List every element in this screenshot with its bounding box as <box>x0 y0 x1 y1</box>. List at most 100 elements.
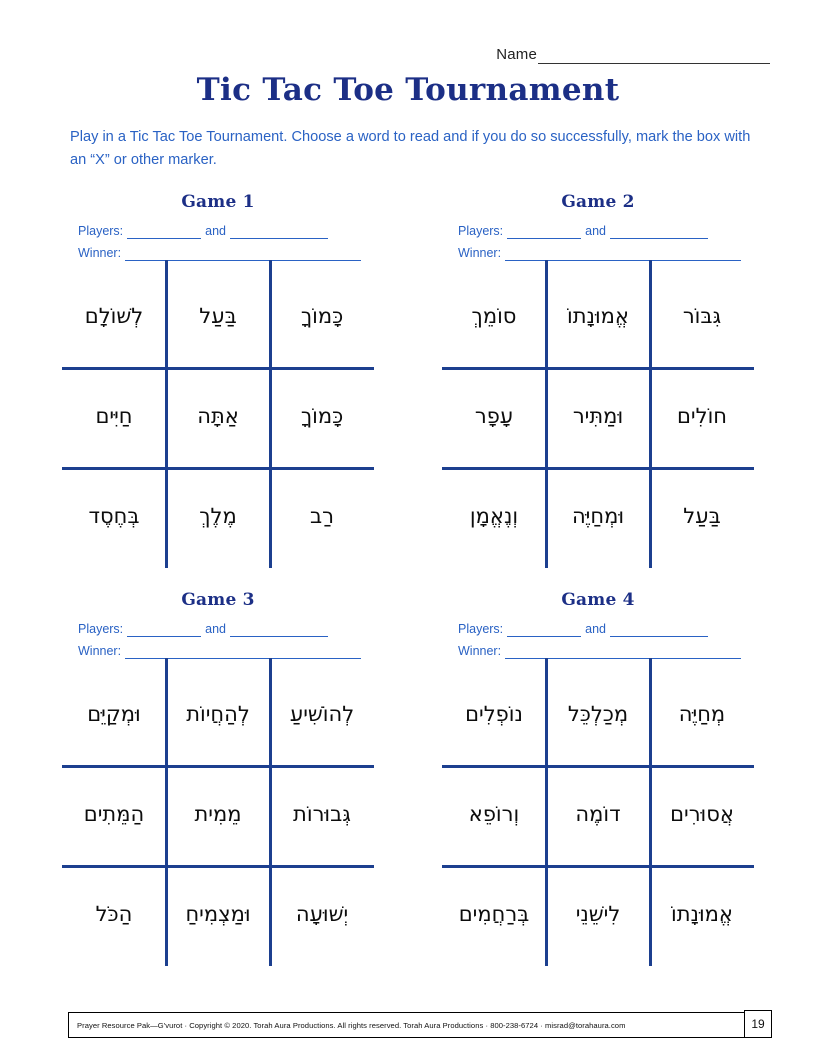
game-2-cell-1-0[interactable]: עָפָר <box>442 368 546 468</box>
games-row-bottom: Game 3 Players: and Winner: וּמְקַיֵּם ל… <box>0 590 816 966</box>
game-3-title: Game 3 <box>181 590 255 610</box>
game-1-winner-input[interactable] <box>125 247 361 261</box>
game-3-cell-0-2[interactable]: לְהוֹשִׁיעַ <box>270 666 374 766</box>
game-2-winner-input[interactable] <box>505 247 741 261</box>
game-4-player-1-input[interactable] <box>507 623 582 637</box>
game-2-grid: סוֹמֵךְ אֱמוּנָתוֹ גִּבּוֹר עָפָר וּמַתִ… <box>442 260 754 568</box>
game-2-title: Game 2 <box>561 192 635 212</box>
game-3-player-1-input[interactable] <box>127 623 202 637</box>
game-2-cell-0-0[interactable]: סוֹמֵךְ <box>442 268 546 368</box>
game-4-cell-2-1[interactable]: לִישֵׁנֵי <box>546 866 650 966</box>
game-4-cell-2-0[interactable]: בְּרַחֲמִים <box>442 866 546 966</box>
game-4-cell-0-2[interactable]: מְחַיֶּה <box>650 666 754 766</box>
game-2-cell-2-2[interactable]: בַּעַל <box>650 468 754 568</box>
winner-label: Winner: <box>458 644 502 658</box>
game-4-cell-1-2[interactable]: אֲסוּרִים <box>650 766 754 866</box>
players-label: Players: <box>78 622 124 636</box>
game-2: Game 2 Players: and Winner: סוֹמֵךְ אֱמו… <box>442 192 754 568</box>
winner-label: Winner: <box>78 246 122 260</box>
game-4-player-2-input[interactable] <box>610 623 709 637</box>
game-1-players-line: Players: and <box>78 224 365 239</box>
game-2-meta: Players: and Winner: <box>442 224 754 261</box>
name-label: Name <box>496 46 537 63</box>
game-3-winner-line: Winner: <box>78 644 365 659</box>
game-1-player-2-input[interactable] <box>230 225 329 239</box>
game-4: Game 4 Players: and Winner: נוֹפְלִים מְ… <box>442 590 754 966</box>
game-4-cell-2-2[interactable]: אֱמוּנָתוֹ <box>650 866 754 966</box>
game-2-player-2-input[interactable] <box>610 225 709 239</box>
game-3-cell-0-0[interactable]: וּמְקַיֵּם <box>62 666 166 766</box>
games-container: Game 1 Players: and Winner: לְשׁוֹלָם בַ… <box>0 192 816 966</box>
winner-label: Winner: <box>458 246 502 260</box>
game-4-grid-wrap: נוֹפְלִים מְכַלְכֵּל מְחַיֶּה וְרוֹפֵא ד… <box>442 658 754 966</box>
game-3-cell-1-0[interactable]: הַמֵּתִים <box>62 766 166 866</box>
name-field-row: Name <box>496 46 770 64</box>
name-input-line[interactable] <box>538 48 770 64</box>
and-label: and <box>585 622 607 636</box>
game-2-cell-0-2[interactable]: גִּבּוֹר <box>650 268 754 368</box>
players-label: Players: <box>78 224 124 238</box>
games-row-top: Game 1 Players: and Winner: לְשׁוֹלָם בַ… <box>0 192 816 568</box>
players-label: Players: <box>458 224 504 238</box>
game-1-cell-2-1[interactable]: מֶלֶךְ <box>166 468 270 568</box>
game-2-cell-2-0[interactable]: וְנֶאֱמָן <box>442 468 546 568</box>
game-1-cell-1-0[interactable]: חַיִּים <box>62 368 166 468</box>
players-label: Players: <box>458 622 504 636</box>
game-3-cell-0-1[interactable]: לְהַחֲיוֹת <box>166 666 270 766</box>
game-2-players-line: Players: and <box>458 224 745 239</box>
game-2-cell-1-2[interactable]: חוֹלִים <box>650 368 754 468</box>
game-3-cell-2-2[interactable]: יְשׁוּעָה <box>270 866 374 966</box>
game-4-winner-line: Winner: <box>458 644 745 659</box>
game-3-cell-2-0[interactable]: הַכֹּל <box>62 866 166 966</box>
game-3-grid-wrap: וּמְקַיֵּם לְהַחֲיוֹת לְהוֹשִׁיעַ הַמֵּת… <box>62 658 374 966</box>
game-2-winner-line: Winner: <box>458 246 745 261</box>
game-4-cell-0-1[interactable]: מְכַלְכֵּל <box>546 666 650 766</box>
game-1-grid-wrap: לְשׁוֹלָם בַּעַל כָּמוֹךָ חַיִּים אַתָּה… <box>62 260 374 568</box>
game-4-cell-1-1[interactable]: דוֹמֶה <box>546 766 650 866</box>
game-3-cell-1-1[interactable]: מֵמִית <box>166 766 270 866</box>
game-1-winner-line: Winner: <box>78 246 365 261</box>
game-2-grid-wrap: סוֹמֵךְ אֱמוּנָתוֹ גִּבּוֹר עָפָר וּמַתִ… <box>442 260 754 568</box>
worksheet-page: Name Tic Tac Toe Tournament Play in a Ti… <box>0 0 816 1056</box>
game-4-grid: נוֹפְלִים מְכַלְכֵּל מְחַיֶּה וְרוֹפֵא ד… <box>442 658 754 966</box>
game-1-cell-1-2[interactable]: כָּמוֹךָ <box>270 368 374 468</box>
page-number-box: 19 <box>744 1010 772 1038</box>
game-3-meta: Players: and Winner: <box>62 622 374 659</box>
game-3: Game 3 Players: and Winner: וּמְקַיֵּם ל… <box>62 590 374 966</box>
game-3-cell-1-2[interactable]: גְּבוּרוֹת <box>270 766 374 866</box>
and-label: and <box>205 224 227 238</box>
game-1-player-1-input[interactable] <box>127 225 202 239</box>
game-4-cell-0-0[interactable]: נוֹפְלִים <box>442 666 546 766</box>
copyright-text: Prayer Resource Pak—G'vurot · Copyright … <box>77 1020 626 1030</box>
game-1-grid: לְשׁוֹלָם בַּעַל כָּמוֹךָ חַיִּים אַתָּה… <box>62 260 374 568</box>
page-title: Tic Tac Toe Tournament <box>196 72 620 108</box>
game-2-cell-0-1[interactable]: אֱמוּנָתוֹ <box>546 268 650 368</box>
game-3-players-line: Players: and <box>78 622 365 637</box>
game-1-cell-2-0[interactable]: בְּחֶסֶד <box>62 468 166 568</box>
footer-bar: Prayer Resource Pak—G'vurot · Copyright … <box>68 1012 748 1038</box>
game-1-cell-0-1[interactable]: בַּעַל <box>166 268 270 368</box>
game-3-winner-input[interactable] <box>125 645 361 659</box>
game-4-title: Game 4 <box>561 590 635 610</box>
game-1-title: Game 1 <box>181 192 255 212</box>
game-1-cell-0-0[interactable]: לְשׁוֹלָם <box>62 268 166 368</box>
game-2-cell-2-1[interactable]: וּמְחַיֶּה <box>546 468 650 568</box>
game-2-cell-1-1[interactable]: וּמַתִּיר <box>546 368 650 468</box>
winner-label: Winner: <box>78 644 122 658</box>
game-1-cell-0-2[interactable]: כָּמוֹךָ <box>270 268 374 368</box>
game-1-meta: Players: and Winner: <box>62 224 374 261</box>
game-3-cell-2-1[interactable]: וּמַצְמִיחַ <box>166 866 270 966</box>
game-4-cell-1-0[interactable]: וְרוֹפֵא <box>442 766 546 866</box>
game-4-winner-input[interactable] <box>505 645 741 659</box>
game-1-cell-1-1[interactable]: אַתָּה <box>166 368 270 468</box>
and-label: and <box>585 224 607 238</box>
game-3-player-2-input[interactable] <box>230 623 329 637</box>
game-3-grid: וּמְקַיֵּם לְהַחֲיוֹת לְהוֹשִׁיעַ הַמֵּת… <box>62 658 374 966</box>
game-4-players-line: Players: and <box>458 622 745 637</box>
and-label: and <box>205 622 227 636</box>
game-2-player-1-input[interactable] <box>507 225 582 239</box>
instructions-text: Play in a Tic Tac Toe Tournament. Choose… <box>70 129 751 168</box>
game-4-meta: Players: and Winner: <box>442 622 754 659</box>
game-1-cell-2-2[interactable]: רַב <box>270 468 374 568</box>
game-1: Game 1 Players: and Winner: לְשׁוֹלָם בַ… <box>62 192 374 568</box>
